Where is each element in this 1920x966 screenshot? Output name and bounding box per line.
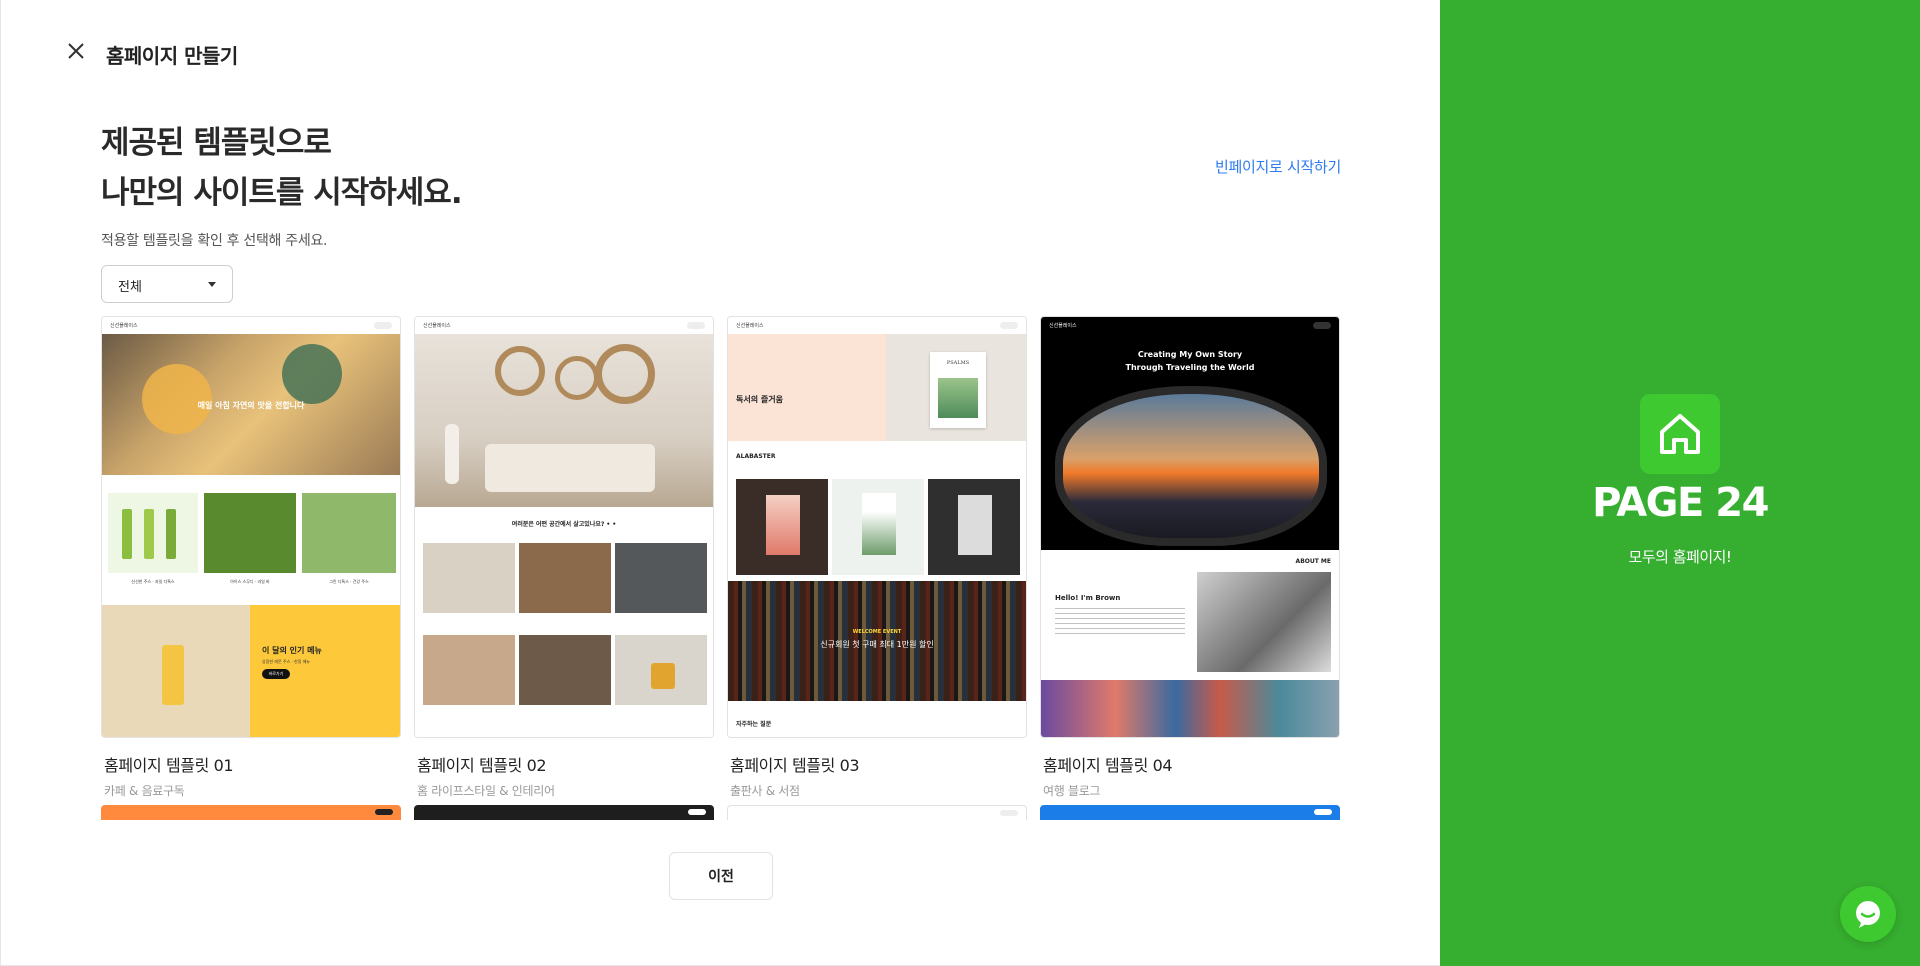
page-title: 홈페이지 만들기: [106, 44, 238, 68]
close-button[interactable]: [63, 38, 89, 64]
template-card-07-peek[interactable]: [727, 805, 1027, 820]
template-title: 홈페이지 템플릿 01: [104, 756, 234, 775]
template-title: 홈페이지 템플릿 02: [417, 756, 547, 775]
preview-banner: WELCOME EVENT 신규회원 첫 구매 최대 1만원 할인: [728, 581, 1026, 701]
preview-nav: 신선플레이스: [728, 317, 1026, 334]
brand-name: PAGE 24: [1592, 480, 1769, 526]
template-category: 홈 라이프스타일 & 인테리어: [417, 784, 555, 798]
headline-line-2: 나만의 사이트를 시작하세요.: [101, 175, 463, 211]
template-preview-02: 신선플레이스 여러분은 어떤 공간에서 살고있나요? • •: [414, 316, 714, 738]
template-category: 카페 & 음료구독: [104, 784, 185, 798]
template-category: 출판사 & 서점: [730, 784, 800, 798]
chat-button[interactable]: [1840, 886, 1896, 942]
template-title: 홈페이지 템플릿 03: [730, 756, 860, 775]
preview-nav: 신선플레이스: [415, 317, 713, 334]
template-preview-03: 신선플레이스 독서의 즐거움 PSALMS ALABASTER WELCOME …: [727, 316, 1027, 738]
headline-line-1: 제공된 템플릿으로: [101, 125, 332, 161]
preview-nav: 신선플레이스: [1041, 317, 1339, 334]
template-card-04[interactable]: 신선플레이스 Creating My Own Story Through Tra…: [1040, 316, 1340, 799]
brand-logo: [1640, 394, 1720, 474]
template-card-08-peek[interactable]: [1040, 805, 1340, 820]
preview-nav: 신선플레이스: [102, 317, 400, 334]
preview-hero-image: [415, 334, 713, 507]
template-preview-01: 신선플레이스 매일 아침 자연의 맛을 전합니다 신선한 주스 · 과일 디톡스…: [101, 316, 401, 738]
preview-photo-strip: [1041, 680, 1339, 737]
brand-tagline: 모두의 홈페이지!: [1628, 548, 1732, 566]
template-card-03[interactable]: 신선플레이스 독서의 즐거움 PSALMS ALABASTER WELCOME …: [727, 316, 1027, 799]
preview-books: ALABASTER: [728, 441, 1026, 581]
instruction-text: 적용할 템플릿을 확인 후 선택해 주세요.: [101, 233, 328, 249]
template-card-02[interactable]: 신선플레이스 여러분은 어떤 공간에서 살고있나요? • • 홈페이지 템플릿 …: [414, 316, 714, 799]
preview-faq: 자주하는 질문: [728, 701, 1026, 737]
template-card-05-peek[interactable]: [101, 805, 401, 820]
preview-about: ABOUT ME Hello! I'm Brown: [1041, 550, 1339, 680]
template-picker-panel: 홈페이지 만들기 제공된 템플릿으로 나만의 사이트를 시작하세요. 빈페이지로…: [0, 0, 1440, 966]
close-icon: [68, 43, 84, 59]
template-category: 여행 블로그: [1043, 784, 1101, 798]
chat-bubble-icon: [1856, 901, 1880, 928]
template-title: 홈페이지 템플릿 04: [1043, 756, 1173, 775]
preview-promo: 이 달의 인기 메뉴 상큼한 레몬 주스 · 한정 메뉴 바로가기: [102, 605, 400, 737]
chevron-down-icon: [208, 282, 216, 287]
category-filter-select[interactable]: 전체: [101, 265, 233, 303]
template-preview-04: 신선플레이스 Creating My Own Story Through Tra…: [1040, 316, 1340, 738]
category-filter-value: 전체: [118, 280, 142, 295]
preview-product-row: 신선한 주스 · 과일 디톡스 아이스 스무디 · 과일 바 그린 디톡스 · …: [102, 475, 400, 605]
template-card-01[interactable]: 신선플레이스 매일 아침 자연의 맛을 전합니다 신선한 주스 · 과일 디톡스…: [101, 316, 401, 799]
template-card-06-peek[interactable]: [414, 805, 714, 820]
preview-hero: 독서의 즐거움 PSALMS: [728, 334, 1026, 441]
headline: 제공된 템플릿으로 나만의 사이트를 시작하세요.: [101, 118, 463, 218]
house-icon: [1660, 414, 1700, 454]
preview-gallery: 여러분은 어떤 공간에서 살고있나요? • •: [415, 507, 713, 737]
prev-button[interactable]: 이전: [669, 852, 773, 900]
preview-hero-text: 매일 아침 자연의 맛을 전합니다: [197, 401, 305, 410]
preview-hero: Creating My Own Story Through Traveling …: [1041, 334, 1339, 550]
template-grid: 신선플레이스 매일 아침 자연의 맛을 전합니다 신선한 주스 · 과일 디톡스…: [101, 316, 1341, 820]
start-blank-page-link[interactable]: 빈페이지로 시작하기: [1215, 156, 1341, 177]
preview-hero-image: 매일 아침 자연의 맛을 전합니다: [102, 334, 400, 475]
brand-sidebar: PAGE 24 모두의 홈페이지!: [1440, 0, 1920, 966]
